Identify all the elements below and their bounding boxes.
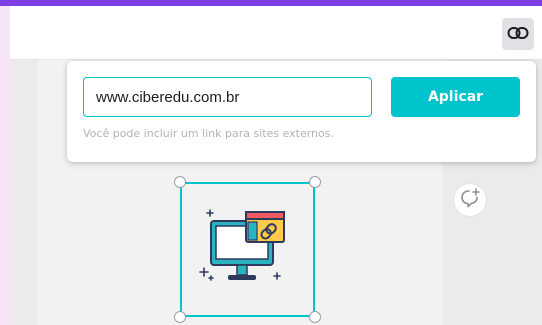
add-comment-button[interactable] xyxy=(454,184,486,216)
link-url-input[interactable] xyxy=(83,77,372,117)
resize-handle-top-left[interactable] xyxy=(174,176,186,188)
resize-handle-top-right[interactable] xyxy=(309,176,321,188)
apply-button[interactable]: Aplicar xyxy=(391,77,520,117)
link-popover: Aplicar Você pode incluir um link para s… xyxy=(67,61,536,162)
resize-handle-bottom-left[interactable] xyxy=(174,311,186,323)
add-comment-icon xyxy=(459,187,481,213)
link-icon xyxy=(507,25,529,44)
computer-link-illustration[interactable] xyxy=(198,206,290,296)
editor-toolbar xyxy=(10,6,542,60)
link-button[interactable] xyxy=(502,18,534,50)
link-hint-text: Você pode incluir um link para sites ext… xyxy=(83,127,334,140)
resize-handle-bottom-right[interactable] xyxy=(309,311,321,323)
